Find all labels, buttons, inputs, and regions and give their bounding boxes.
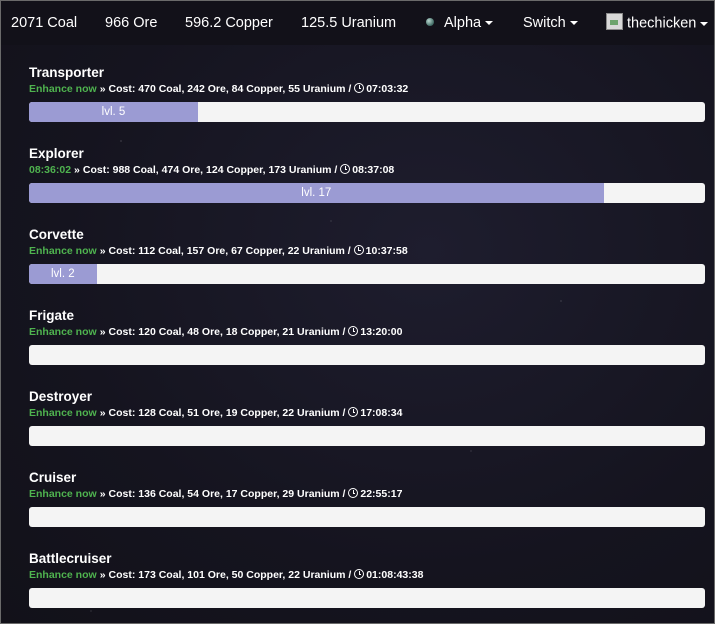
caret-down-icon	[485, 21, 494, 26]
level-progress-bar: lvl. 5	[29, 102, 705, 122]
build-time: 01:08:43:38	[366, 569, 424, 581]
enhance-now-link[interactable]: Enhance now	[29, 407, 97, 419]
separator: »	[99, 326, 106, 338]
level-progress-bar	[29, 345, 705, 365]
clock-icon	[348, 488, 359, 499]
clock-icon	[340, 164, 351, 175]
separator: »	[99, 245, 106, 257]
ship-cost-line: Enhance now» Cost: 470 Coal, 242 Ore, 84 …	[29, 83, 705, 96]
planet-dropdown[interactable]: Alpha	[426, 15, 494, 31]
level-progress-bar	[29, 507, 705, 527]
level-progress-fill: lvl. 17	[29, 183, 604, 203]
ship-cost-line: Enhance now» Cost: 120 Coal, 48 Ore, 18 C…	[29, 326, 705, 339]
clock-icon	[348, 326, 359, 337]
separator: »	[99, 569, 106, 581]
ship-name: Corvette	[29, 227, 84, 242]
ship-cost-line: Enhance now» Cost: 136 Coal, 54 Ore, 17 C…	[29, 488, 705, 501]
ship-cost-line: Enhance now» Cost: 128 Coal, 51 Ore, 19 C…	[29, 407, 705, 420]
ship-name: Destroyer	[29, 389, 93, 404]
ship-cost-line: Enhance now» Cost: 112 Coal, 157 Ore, 67 …	[29, 245, 705, 258]
ship-name: Cruiser	[29, 470, 77, 485]
clock-icon	[353, 245, 364, 256]
cost-text: Cost: 988 Coal, 474 Ore, 124 Copper, 173…	[82, 164, 338, 176]
level-progress-bar: lvl. 2	[29, 264, 705, 284]
top-navbar: 2071 Coal 966 Ore 596.2 Copper 125.5 Ura…	[1, 1, 714, 45]
separator: »	[74, 164, 80, 176]
avatar-icon	[606, 13, 623, 30]
caret-down-icon	[569, 21, 578, 26]
clock-icon	[354, 83, 365, 94]
separator: »	[99, 407, 106, 419]
level-progress-bar	[29, 588, 705, 608]
cost-text: Cost: 112 Coal, 157 Ore, 67 Copper, 22 U…	[108, 245, 351, 257]
enhance-now-link[interactable]: Enhance now	[29, 83, 97, 95]
cost-text: Cost: 173 Coal, 101 Ore, 50 Copper, 22 U…	[108, 569, 352, 581]
coal-resource: 2071 Coal	[11, 15, 78, 31]
ship-name: Transporter	[29, 65, 105, 80]
ship-item: Transporter Enhance now» Cost: 470 Coal, 2…	[29, 65, 705, 146]
ore-resource: 966 Ore	[105, 15, 158, 31]
clock-icon	[354, 569, 365, 580]
ship-cost-line: 08:36:02» Cost: 988 Coal, 474 Ore, 124 Co…	[29, 164, 705, 177]
enhance-now-link[interactable]: Enhance now	[29, 245, 97, 257]
cost-text: Cost: 128 Coal, 51 Ore, 19 Copper, 22 Ur…	[108, 407, 346, 419]
ship-item: Explorer 08:36:02» Cost: 988 Coal, 474 Ore…	[29, 146, 705, 227]
ship-item: Battlecruiser Enhance now» Cost: 173 Coal,…	[29, 551, 705, 623]
app-window: 2071 Coal 966 Ore 596.2 Copper 125.5 Ura…	[0, 0, 715, 624]
separator: »	[99, 83, 106, 95]
planet-icon	[426, 18, 434, 27]
ship-item: Cruiser Enhance now» Cost: 136 Coal, 54 Or…	[29, 470, 705, 551]
build-time: 07:03:32	[366, 83, 409, 95]
switch-dropdown[interactable]: Switch	[523, 15, 578, 31]
switch-label: Switch	[523, 15, 566, 31]
user-menu[interactable]: thechicken	[606, 13, 709, 32]
user-name: thechicken	[627, 15, 697, 32]
build-time: 13:20:00	[360, 326, 403, 338]
level-progress-bar: lvl. 17	[29, 183, 705, 203]
cost-text: Cost: 470 Coal, 242 Ore, 84 Copper, 55 U…	[108, 83, 352, 95]
ship-name: Explorer	[29, 146, 84, 161]
ship-item: Corvette Enhance now» Cost: 112 Coal, 157 …	[29, 227, 705, 308]
build-time: 08:37:08	[352, 164, 395, 176]
ship-list: Transporter Enhance now» Cost: 470 Coal, 2…	[29, 65, 705, 623]
cost-text: Cost: 120 Coal, 48 Ore, 18 Copper, 21 Ur…	[108, 326, 346, 338]
clock-icon	[348, 407, 359, 418]
planet-label: Alpha	[444, 15, 482, 31]
level-progress-fill: lvl. 2	[29, 264, 97, 284]
build-time: 10:37:58	[365, 245, 408, 257]
copper-resource: 596.2 Copper	[185, 15, 273, 31]
ship-name: Frigate	[29, 308, 75, 323]
build-time: 22:55:17	[360, 488, 403, 500]
enhance-now-link[interactable]: Enhance now	[29, 488, 97, 500]
ship-cost-line: Enhance now» Cost: 173 Coal, 101 Ore, 50 …	[29, 569, 705, 582]
ship-item: Frigate Enhance now» Cost: 120 Coal, 48 Or…	[29, 308, 705, 389]
level-progress-fill: lvl. 5	[29, 102, 198, 122]
level-progress-bar	[29, 426, 705, 446]
uranium-resource: 125.5 Uranium	[301, 15, 397, 31]
ship-name: Battlecruiser	[29, 551, 112, 566]
upgrade-timer: 08:36:02	[29, 164, 72, 176]
ship-item: Destroyer Enhance now» Cost: 128 Coal, 51 …	[29, 389, 705, 470]
build-time: 17:08:34	[360, 407, 403, 419]
separator: »	[99, 488, 106, 500]
caret-down-icon	[700, 21, 709, 26]
enhance-now-link[interactable]: Enhance now	[29, 326, 97, 338]
enhance-now-link[interactable]: Enhance now	[29, 569, 97, 581]
cost-text: Cost: 136 Coal, 54 Ore, 17 Copper, 29 Ur…	[108, 488, 346, 500]
